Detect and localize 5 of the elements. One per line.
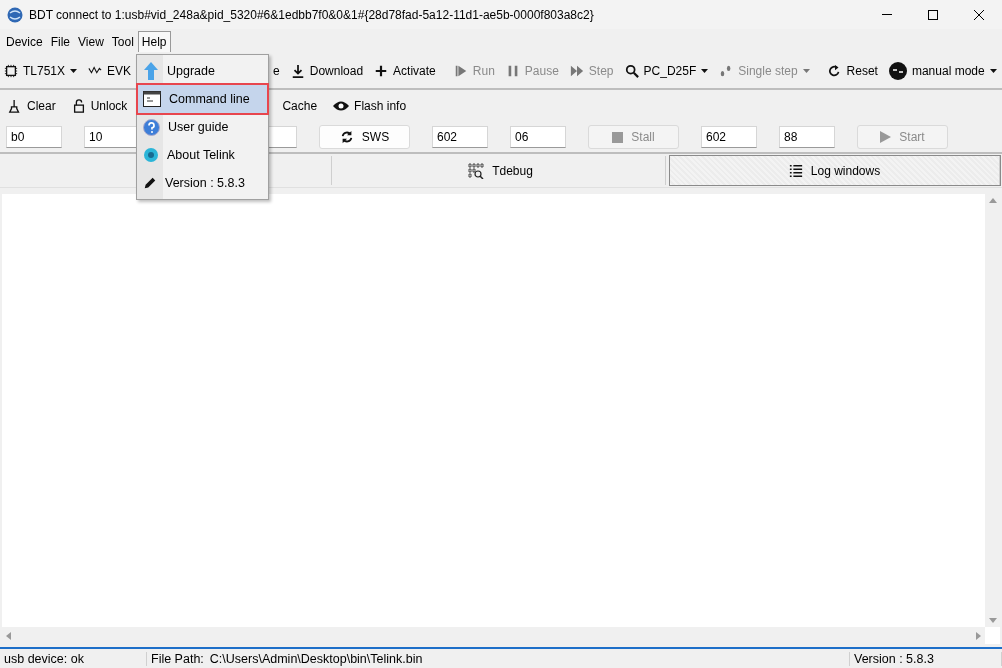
status-label: File Path: — [151, 651, 204, 666]
window-title: BDT connect to 1:usb#vid_248a&pid_5320#6&1edbb7f0&0&1#{28d78fad-5a12-11d1-ae5b-0000f803a8c2} — [29, 7, 594, 22]
status-text: usb device: ok — [0, 651, 147, 666]
file-path: C:\Users\Admin\Desktop\bin\Telink.bin — [209, 651, 423, 666]
version-text: Version : 5.8.3 — [850, 651, 1002, 666]
